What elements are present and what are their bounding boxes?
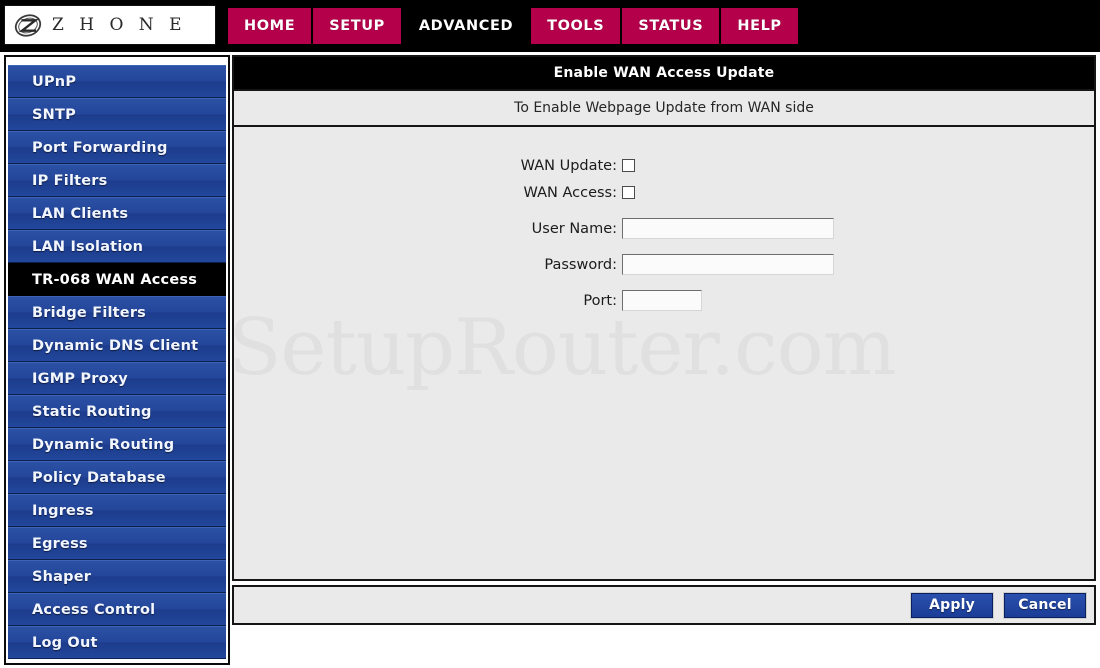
wan-access-checkbox[interactable] <box>622 186 635 199</box>
password-input[interactable] <box>622 254 834 275</box>
form-row-spacer <box>234 278 1094 287</box>
sidebar-item-shaper[interactable]: Shaper <box>8 560 226 593</box>
router-admin-page: Z H O N E HOME SETUP ADVANCED TOOLS STATUS HE… <box>0 0 1100 668</box>
sidebar-menu: UPnP SNTP Port Forwarding IP Filters LAN Cli… <box>8 65 226 659</box>
wan-access-control <box>622 186 635 199</box>
form-row-wan-access: WAN Access: <box>234 179 1094 206</box>
port-input[interactable] <box>622 290 702 311</box>
sidebar-item-bridge-filters[interactable]: Bridge Filters <box>8 296 226 329</box>
form-row-user-name: User Name: <box>234 215 1094 242</box>
top-bar: Z H O N E HOME SETUP ADVANCED TOOLS STATUS HE… <box>0 0 1100 52</box>
sidebar-item-port-forwarding[interactable]: Port Forwarding <box>8 131 226 164</box>
sidebar-item-egress[interactable]: Egress <box>8 527 226 560</box>
form-row-wan-update: WAN Update: <box>234 152 1094 179</box>
user-name-control <box>622 218 834 239</box>
settings-panel: Enable WAN Access Update To Enable Webpa… <box>232 55 1096 581</box>
wan-access-label: WAN Access: <box>523 184 617 201</box>
port-label: Port: <box>583 292 617 309</box>
cancel-button[interactable]: Cancel <box>1004 592 1086 618</box>
sidebar-item-sntp[interactable]: SNTP <box>8 98 226 131</box>
sidebar-item-igmp-proxy[interactable]: IGMP Proxy <box>8 362 226 395</box>
nav-item-help[interactable]: HELP <box>721 8 798 44</box>
port-control <box>622 290 702 311</box>
apply-button[interactable]: Apply <box>911 592 993 618</box>
sidebar-item-log-out[interactable]: Log Out <box>8 626 226 659</box>
password-control <box>622 254 834 275</box>
sidebar-item-dynamic-dns-client[interactable]: Dynamic DNS Client <box>8 329 226 362</box>
nav-item-home[interactable]: HOME <box>228 8 312 44</box>
panel-body: SetupRouter.com WAN Update: WAN Access: Us… <box>234 127 1094 579</box>
wan-access-form: WAN Update: WAN Access: User Name: Password… <box>234 127 1094 314</box>
password-label: Password: <box>544 256 617 273</box>
user-name-label: User Name: <box>531 220 617 237</box>
sidebar-item-ingress[interactable]: Ingress <box>8 494 226 527</box>
sidebar-item-ip-filters[interactable]: IP Filters <box>8 164 226 197</box>
brand-name: Z H O N E <box>52 14 187 35</box>
sidebar-frame: UPnP SNTP Port Forwarding IP Filters LAN Cli… <box>4 55 230 665</box>
sidebar-item-upnp[interactable]: UPnP <box>8 65 226 98</box>
nav-item-advanced[interactable]: ADVANCED <box>402 8 530 44</box>
form-row-port: Port: <box>234 287 1094 314</box>
user-name-input[interactable] <box>622 218 834 239</box>
brand-logo: Z H O N E <box>4 5 216 45</box>
wan-update-control <box>622 159 635 172</box>
form-row-spacer <box>234 242 1094 251</box>
watermark: SetupRouter.com <box>234 303 897 393</box>
wan-update-label: WAN Update: <box>520 157 617 174</box>
sidebar-item-static-routing[interactable]: Static Routing <box>8 395 226 428</box>
sidebar-item-policy-database[interactable]: Policy Database <box>8 461 226 494</box>
form-row-password: Password: <box>234 251 1094 278</box>
sidebar-item-lan-clients[interactable]: LAN Clients <box>8 197 226 230</box>
sidebar-item-dynamic-routing[interactable]: Dynamic Routing <box>8 428 226 461</box>
page-title: Enable WAN Access Update <box>234 57 1094 89</box>
sidebar-item-lan-isolation[interactable]: LAN Isolation <box>8 230 226 263</box>
page-subtitle: To Enable Webpage Update from WAN side <box>234 89 1094 127</box>
action-bar: Apply Cancel <box>232 585 1096 625</box>
main-nav: HOME SETUP ADVANCED TOOLS STATUS HELP <box>228 8 798 44</box>
nav-item-status[interactable]: STATUS <box>622 8 720 44</box>
sidebar-item-tr-068-wan-access[interactable]: TR-068 WAN Access <box>8 263 226 296</box>
nav-item-tools[interactable]: TOOLS <box>531 8 621 44</box>
form-row-spacer <box>234 206 1094 215</box>
zhone-z-emblem-icon <box>14 13 42 37</box>
sidebar-item-access-control[interactable]: Access Control <box>8 593 226 626</box>
wan-update-checkbox[interactable] <box>622 159 635 172</box>
nav-item-setup[interactable]: SETUP <box>313 8 401 44</box>
content-area: Enable WAN Access Update To Enable Webpa… <box>232 55 1096 655</box>
